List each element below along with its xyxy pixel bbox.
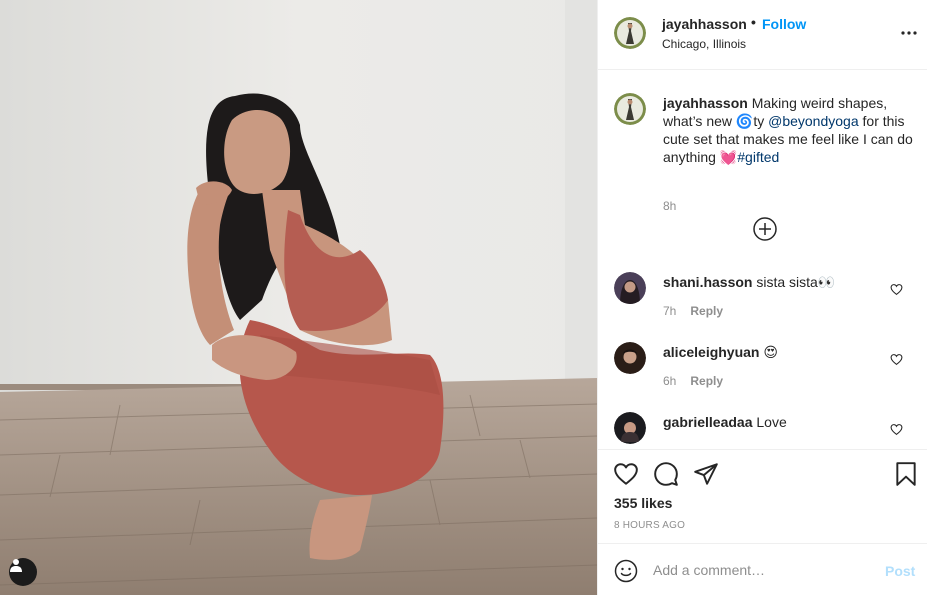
post-location[interactable]: Chicago, Illinois xyxy=(662,37,746,51)
author-avatar[interactable] xyxy=(614,17,646,49)
comment-time[interactable]: 7h xyxy=(663,304,676,318)
reply-button[interactable]: Reply xyxy=(690,304,723,318)
caption-time[interactable]: 8h xyxy=(663,199,676,213)
post-image xyxy=(0,0,597,595)
comment-body: 😍 xyxy=(759,344,778,360)
user-tag-button[interactable] xyxy=(9,558,37,586)
caption-hashtag[interactable]: #gifted xyxy=(737,149,779,165)
comment-time[interactable]: 6h xyxy=(663,374,676,388)
caption-username[interactable]: jayahhasson xyxy=(663,95,748,111)
post-actions: 355 likes 8 HOURS AGO xyxy=(598,449,927,543)
caption-mention[interactable]: @beyondyoga xyxy=(768,113,859,129)
comment-heart-icon[interactable] xyxy=(890,423,903,436)
load-more-comments-button[interactable] xyxy=(753,217,777,241)
comment-text: aliceleighyuan 😍 xyxy=(663,343,778,361)
more-options-icon xyxy=(901,31,917,35)
add-comment-bar: Post xyxy=(598,543,927,595)
follow-button[interactable]: Follow xyxy=(762,16,806,32)
comment-item: aliceleighyuan 😍 6h Reply xyxy=(614,342,914,402)
smiley-icon[interactable] xyxy=(614,559,638,583)
post-comment-button[interactable]: Post xyxy=(885,563,915,579)
comment-text: shani.hasson sista sista👀 xyxy=(663,273,835,291)
commenter-avatar[interactable] xyxy=(614,412,646,444)
comment-username[interactable]: gabrielleadaa xyxy=(663,414,753,430)
comment-meta: 7h Reply xyxy=(663,304,723,318)
comment-heart-icon[interactable] xyxy=(890,353,903,366)
comment-body: sista sista👀 xyxy=(752,274,836,290)
comment-icon[interactable] xyxy=(653,461,679,487)
comment-body: Love xyxy=(752,414,787,430)
comment-item: shani.hasson sista sista👀 7h Reply xyxy=(614,272,914,332)
heart-icon[interactable] xyxy=(613,461,639,487)
likes-count[interactable]: 355 likes xyxy=(614,495,672,511)
post-photo[interactable] xyxy=(0,0,597,595)
paper-plane-icon[interactable] xyxy=(693,461,719,487)
bookmark-icon[interactable] xyxy=(893,461,919,487)
comment-input[interactable] xyxy=(653,558,873,582)
comment-text: gabrielleadaa Love xyxy=(663,413,787,431)
commenter-avatar[interactable] xyxy=(614,342,646,374)
post-timestamp[interactable]: 8 HOURS AGO xyxy=(614,520,685,531)
comment-meta: 6h Reply xyxy=(663,374,723,388)
instagram-post: jayahhasson • Follow Chicago, Illinois j… xyxy=(0,0,927,595)
user-tag-icon xyxy=(10,559,22,572)
commenter-avatar[interactable] xyxy=(614,272,646,304)
comment-heart-icon[interactable] xyxy=(890,283,903,296)
post-header: jayahhasson • Follow Chicago, Illinois xyxy=(598,0,927,70)
plus-circle-icon xyxy=(753,217,777,241)
comment-username[interactable]: aliceleighyuan xyxy=(663,344,759,360)
caption-avatar[interactable] xyxy=(614,93,646,125)
separator-dot: • xyxy=(751,14,756,30)
author-username[interactable]: jayahhasson xyxy=(662,16,747,32)
comments-feed[interactable]: jayahhasson Making weird shapes, what’s … xyxy=(598,71,927,449)
more-options-button[interactable] xyxy=(898,22,920,44)
comment-item: gabrielleadaa Love xyxy=(614,412,914,449)
reply-button[interactable]: Reply xyxy=(690,374,723,388)
comment-username[interactable]: shani.hasson xyxy=(663,274,752,290)
post-sidebar: jayahhasson • Follow Chicago, Illinois j… xyxy=(597,0,927,595)
caption-text: jayahhasson Making weird shapes, what’s … xyxy=(663,94,913,166)
